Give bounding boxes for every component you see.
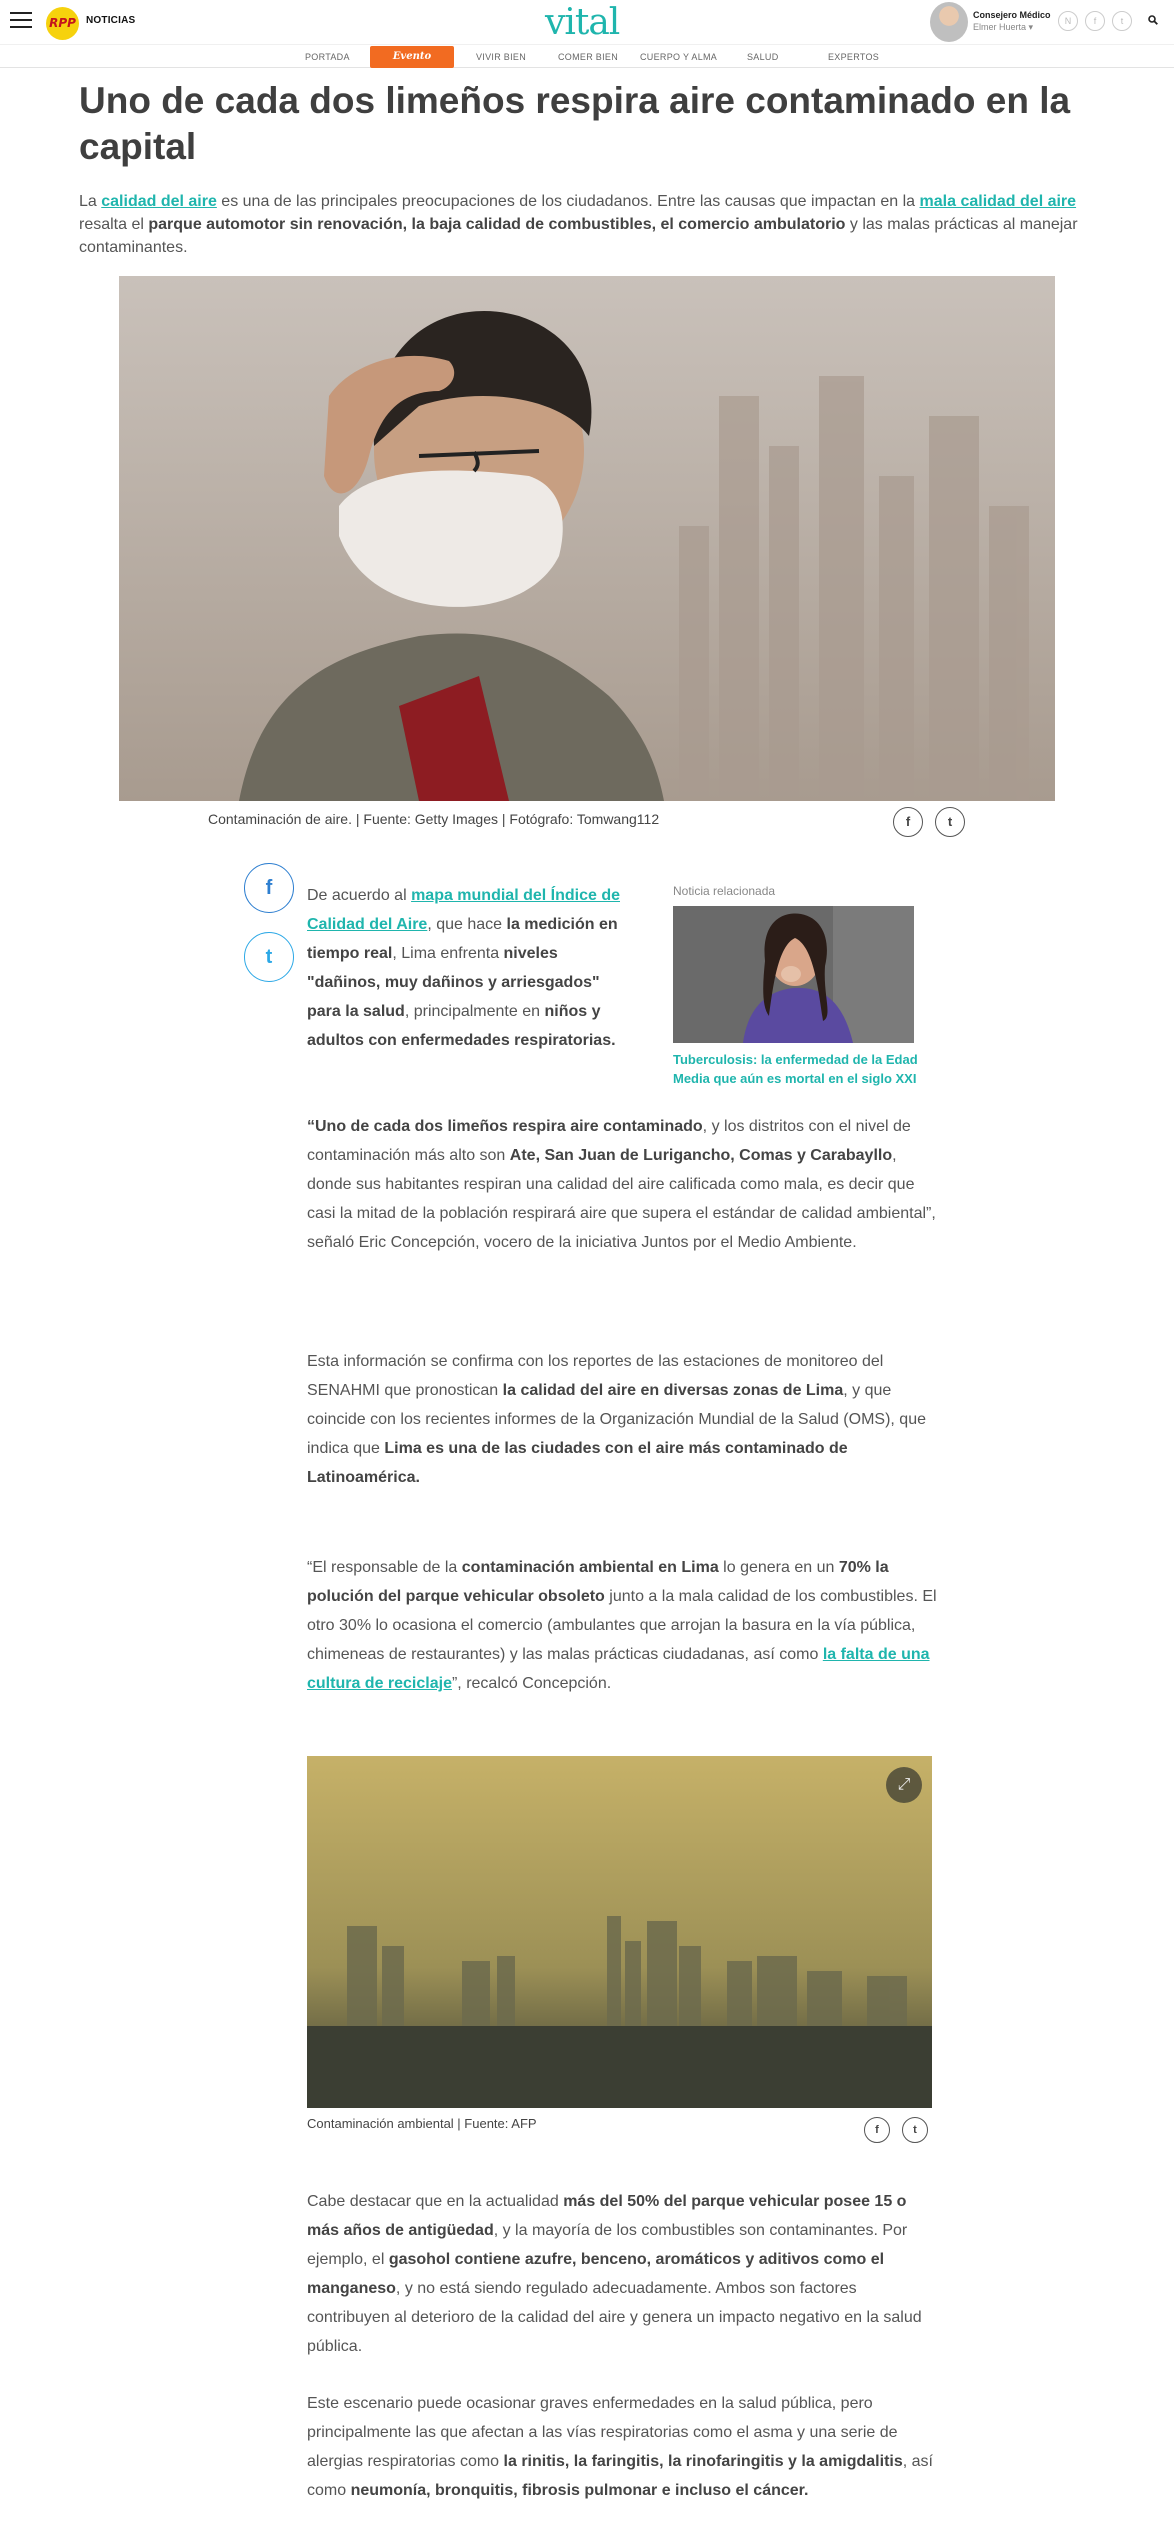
medico-name-text: Elmer Huerta [973,22,1027,32]
city-image-caption: Contaminación ambiental | Fuente: AFP [307,2116,537,2131]
body-bold: la rinitis, la faringitis, la rinofaring… [503,2453,903,2470]
page-title: Uno de cada dos limeños respira aire con… [79,80,1071,167]
main-nav: PORTADA Evento Saludable VIVIR BIEN COME… [0,44,1174,84]
twitter-share-icon[interactable]: t [935,807,965,837]
lead-text: La [79,193,102,210]
article-paragraph-1: De acuerdo al mapa mundial del Índice de… [307,881,627,1055]
lead-bold: parque automotor sin renovación, la baja… [148,216,846,233]
avatar[interactable] [930,2,968,42]
body-text: lo genera en un [718,1559,839,1576]
body-text: “El responsable de la [307,1559,462,1576]
twitter-share-icon[interactable]: t [902,2117,928,2143]
article-paragraph-3: Esta información se confirma con los rep… [307,1347,937,1492]
article-paragraph-5: Cabe destacar que en la actualidad más d… [307,2187,937,2361]
link-mala-calidad-del-aire[interactable]: mala calidad del aire [920,193,1077,210]
body-bold: Ate, San Juan de Lurigancho, Comas y Car… [509,1147,893,1164]
rss-icon[interactable]: N [1058,11,1078,31]
body-text: , que hace [427,916,507,933]
article-paragraph-2: “Uno de cada dos limeños respira aire co… [307,1112,937,1257]
lead-text: resalta el [79,216,149,233]
related-news-title[interactable]: Tuberculosis: la enfermedad de la Edad M… [673,1050,923,1088]
link-calidad-del-aire[interactable]: calidad del aire [101,193,217,210]
rpp-logo[interactable]: RPP [46,7,79,40]
body-text: , y no está siendo regulado adecuadament… [307,2280,922,2355]
article-paragraph-6: Este escenario puede ocasionar graves en… [307,2389,937,2505]
body-text: ”, recalcó Concepción. [451,1675,612,1692]
facebook-share-button[interactable]: f [244,863,294,913]
consejero-medico-title[interactable]: Consejero Médico [973,10,1051,20]
rpp-noticias-label[interactable]: NOTICIAS [86,15,135,26]
related-news-label: Noticia relacionada [673,884,776,898]
article-paragraph-4: “El responsable de la contaminación ambi… [307,1553,937,1698]
body-bold: la calidad del aire en diversas zonas de… [502,1382,844,1399]
body-text: , principalmente en [404,1003,545,1020]
facebook-share-icon[interactable]: f [864,2117,890,2143]
twitter-share-button[interactable]: t [244,932,294,982]
body-text: , Lima enfrenta [392,945,504,962]
vital-logo[interactable]: vital [545,2,620,43]
body-bold: “Uno de cada dos limeños respira aire co… [307,1118,703,1135]
nav-expertos[interactable]: EXPERTOS [828,52,879,62]
twitter-icon[interactable]: t [1112,11,1132,31]
nav-evento-saludable[interactable]: Evento Saludable [370,46,454,84]
nav-cuerpo-y-alma[interactable]: CUERPO Y ALMA [640,52,717,62]
nav-salud[interactable]: SALUD [747,52,779,62]
chevron-down-icon: ▾ [1028,22,1034,32]
related-news-image[interactable] [673,906,914,1043]
hero-image [119,276,1055,801]
lead-text: es una de las principales preocupaciones… [216,193,920,210]
consejero-medico-name[interactable]: Elmer Huerta ▾ [973,22,1033,33]
top-header: RPP NOTICIAS vital Consejero Médico Elme… [0,0,1174,44]
body-bold: contaminación ambiental en Lima [461,1559,719,1576]
body-text: De acuerdo al [307,887,412,904]
hero-caption: Contaminación de aire. | Fuente: Getty I… [208,811,660,827]
article-lead: La calidad del aire es una de las princi… [79,190,1089,259]
nav-comer-bien[interactable]: COMER BIEN [558,52,618,62]
body-text: Cabe destacar que en la actualidad [307,2193,564,2210]
body-bold: Lima es una de las ciudades con el aire … [307,1440,848,1486]
expand-icon[interactable]: ⤢ [886,1767,922,1803]
facebook-share-icon[interactable]: f [893,807,923,837]
search-icon[interactable] [1148,14,1158,28]
menu-icon[interactable] [10,12,32,30]
city-pollution-image [307,1756,932,2108]
nav-vivir-bien[interactable]: VIVIR BIEN [476,52,526,62]
body-bold: neumonía, bronquitis, fibrosis pulmonar … [350,2482,809,2499]
facebook-icon[interactable]: f [1085,11,1105,31]
nav-portada[interactable]: PORTADA [305,52,350,62]
